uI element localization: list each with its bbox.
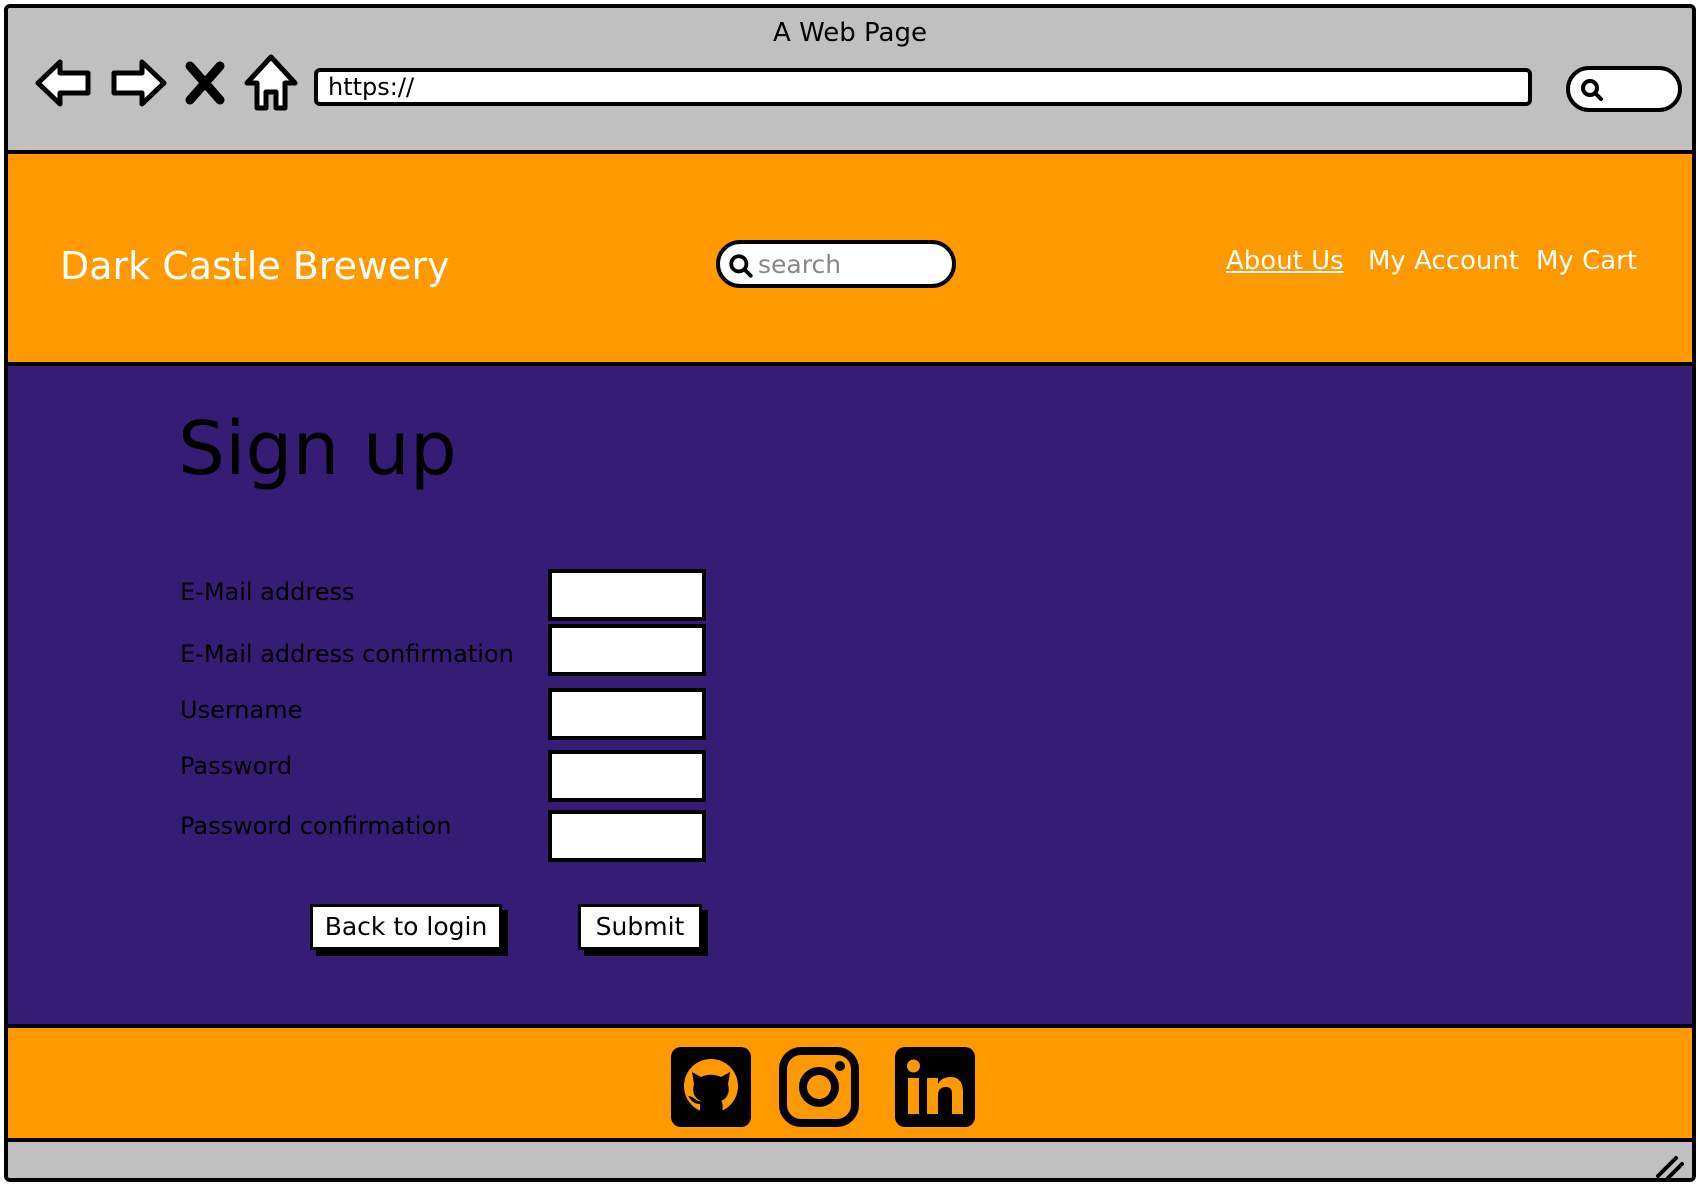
nav-my-cart[interactable]: My Cart (1536, 246, 1637, 276)
email-confirm-label: E-Mail address confirmation (180, 640, 514, 668)
email-confirm-field[interactable] (548, 624, 706, 676)
username-label: Username (180, 696, 303, 724)
browser-chrome: A Web Page https:// (8, 8, 1692, 150)
browser-search-box[interactable] (1566, 66, 1682, 112)
resize-grip-icon[interactable] (1654, 1150, 1684, 1180)
site-footer (8, 1024, 1692, 1142)
status-bar (8, 1142, 1692, 1180)
close-x-icon[interactable] (180, 52, 242, 114)
window-title: A Web Page (773, 18, 927, 48)
github-icon[interactable] (670, 1046, 752, 1128)
search-placeholder: search (758, 250, 842, 279)
site-search-input[interactable]: search (716, 240, 956, 288)
username-field[interactable] (548, 688, 706, 740)
nav-my-account[interactable]: My Account (1368, 246, 1519, 276)
password-confirm-field[interactable] (548, 810, 706, 862)
password-label: Password (180, 752, 293, 780)
forward-arrow-icon[interactable] (106, 52, 168, 114)
linkedin-icon[interactable] (894, 1046, 976, 1128)
instagram-icon[interactable] (778, 1046, 860, 1128)
email-label: E-Mail address (180, 578, 355, 606)
submit-button[interactable]: Submit (578, 904, 702, 950)
search-icon (729, 254, 753, 278)
url-bar[interactable]: https:// (314, 68, 1532, 106)
brand-name[interactable]: Dark Castle Brewery (60, 244, 450, 288)
email-field[interactable] (548, 569, 706, 621)
browser-window: A Web Page https:// Dark Castle Brewery (4, 4, 1696, 1182)
site-header: Dark Castle Brewery search About Us My A… (8, 150, 1692, 366)
back-arrow-icon[interactable] (34, 52, 96, 114)
page-title: Sign up (178, 406, 457, 492)
nav-about-us[interactable]: About Us (1226, 246, 1344, 276)
back-to-login-button[interactable]: Back to login (310, 904, 502, 950)
signup-section: Sign up E-Mail address E-Mail address co… (8, 366, 1692, 1024)
password-confirm-label: Password confirmation (180, 812, 452, 840)
home-icon[interactable] (240, 52, 302, 114)
password-field[interactable] (548, 750, 706, 802)
search-icon (1581, 79, 1603, 101)
